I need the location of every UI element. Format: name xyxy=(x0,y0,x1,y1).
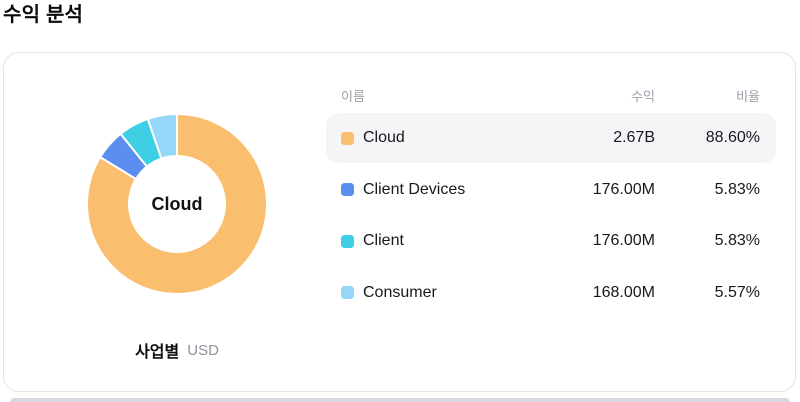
next-card-top-edge xyxy=(10,398,790,402)
donut-footer: 사업별 USD xyxy=(27,338,327,362)
header-revenue: 수익 xyxy=(631,88,655,104)
table-header: 이름 수익 비율 xyxy=(326,83,776,107)
row-ratio: 5.83% xyxy=(714,180,760,198)
series-color-swatch xyxy=(341,286,354,299)
row-name: Client xyxy=(363,232,404,249)
series-color-swatch xyxy=(341,234,354,248)
series-color-swatch xyxy=(341,131,354,145)
header-name: 이름 xyxy=(341,88,365,104)
row-name: Cloud xyxy=(363,129,405,146)
table-row[interactable]: Client Devices 176.00M 5.83% xyxy=(326,165,776,215)
group-label: 사업별 xyxy=(135,344,180,361)
donut-chart-area: Cloud xyxy=(85,112,269,296)
table-row[interactable]: Cloud 2.67B 88.60% xyxy=(326,113,776,163)
row-revenue: 2.67B xyxy=(613,129,655,146)
series-color-swatch xyxy=(341,183,354,196)
revenue-card: Cloud 사업별 USD 이름 수익 비율 Cloud 2.67B 88.60… xyxy=(3,52,796,392)
table-row[interactable]: Client 176.00M 5.83% xyxy=(326,216,776,266)
row-revenue: 176.00M xyxy=(592,232,655,249)
page-title: 수익 분석 xyxy=(3,4,84,26)
donut-chart[interactable] xyxy=(85,112,269,296)
row-revenue: 176.00M xyxy=(592,180,655,198)
row-name: Client Devices xyxy=(363,180,466,198)
row-ratio: 5.57% xyxy=(714,283,760,301)
row-revenue: 168.00M xyxy=(592,283,655,301)
row-ratio: 5.83% xyxy=(714,232,760,249)
row-name: Consumer xyxy=(363,283,437,301)
header-ratio: 비율 xyxy=(736,88,760,104)
revenue-table: 이름 수익 비율 Cloud 2.67B 88.60% Client Devic… xyxy=(326,83,776,319)
table-row[interactable]: Consumer 168.00M 5.57% xyxy=(326,268,776,318)
currency-unit-label: USD xyxy=(187,341,219,359)
row-ratio: 88.60% xyxy=(705,129,760,146)
